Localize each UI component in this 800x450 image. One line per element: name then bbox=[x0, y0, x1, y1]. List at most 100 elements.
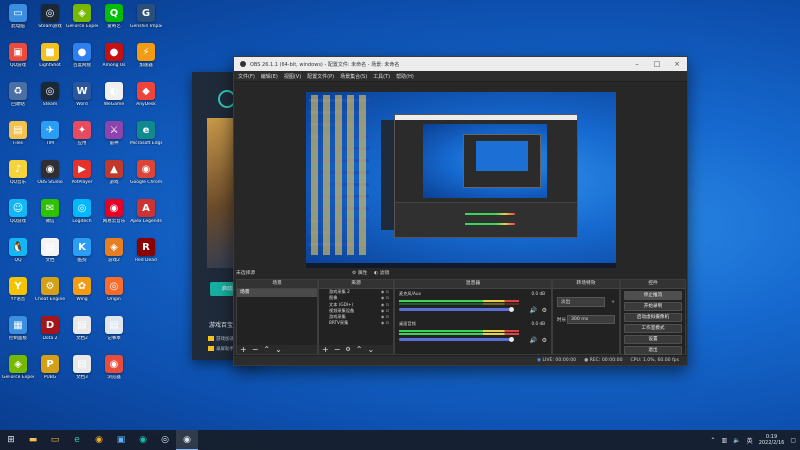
properties-button[interactable]: ⚙ 属性 bbox=[352, 269, 367, 276]
desktop-icon[interactable]: ◎ Logitech bbox=[66, 199, 98, 237]
desktop-icon[interactable]: ▤ 记事本 bbox=[98, 316, 130, 354]
app-icon[interactable]: ▣ bbox=[110, 430, 132, 450]
desktop-icon[interactable]: ◐ WeGame bbox=[98, 82, 130, 120]
folder-icon[interactable]: ▭ bbox=[44, 430, 66, 450]
obs-titlebar[interactable]: OBS 26.1.1 (64-bit, windows) - 配置文件: 未命名… bbox=[234, 57, 687, 71]
desktop-icon[interactable]: ▶ PotPlayer bbox=[66, 160, 98, 198]
steam-icon[interactable]: ◎ bbox=[154, 430, 176, 450]
desktop-icon[interactable]: ◈ GeForce Experience bbox=[66, 4, 98, 42]
down-icon[interactable]: ⌄ bbox=[368, 345, 375, 354]
obs-window[interactable]: OBS 26.1.1 (64-bit, windows) - 配置文件: 未命名… bbox=[233, 56, 688, 366]
desktop-icon[interactable]: ● Among Us bbox=[98, 43, 130, 81]
menu-item[interactable]: 视图(V) bbox=[284, 73, 301, 80]
desktop-icon[interactable]: P PUBG bbox=[34, 355, 66, 393]
maximize-icon[interactable]: □ bbox=[647, 60, 667, 68]
program-preview[interactable] bbox=[306, 92, 616, 268]
desktop-icon[interactable]: ▲ 游戏 bbox=[98, 160, 130, 198]
network-icon[interactable]: ▥ bbox=[722, 437, 728, 444]
desktop-icon[interactable]: ● 百度网盘 bbox=[66, 43, 98, 81]
clock[interactable]: 0:19 2022/2/16 bbox=[759, 434, 785, 446]
minimize-icon[interactable]: – bbox=[627, 60, 647, 68]
desktop-icon[interactable]: ▤ 文档 bbox=[34, 238, 66, 276]
source-item[interactable]: BRTV采集 bbox=[319, 320, 393, 327]
volume-slider[interactable] bbox=[399, 337, 514, 342]
desktop-icon[interactable]: G Genshin Impact bbox=[130, 4, 162, 42]
control-button[interactable]: 设置 bbox=[624, 335, 682, 344]
desktop-icon[interactable]: ✈ TIM bbox=[34, 121, 66, 159]
launcher-row[interactable]: 游戏加速 bbox=[208, 336, 234, 342]
menu-item[interactable]: 文件(F) bbox=[238, 73, 255, 80]
gear-icon[interactable]: ⚙ bbox=[542, 307, 547, 314]
desktop-icon[interactable]: ◉ OBS Studio bbox=[34, 160, 66, 198]
desktop-icon[interactable]: ⚡ 加速器 bbox=[130, 43, 162, 81]
launcher-row[interactable]: 录屏助手 bbox=[208, 346, 234, 352]
transition-select[interactable]: 淡出 bbox=[557, 297, 605, 307]
desktop-icon[interactable]: ◎ Steam bbox=[34, 82, 66, 120]
desktop-icon[interactable]: ♻ 回收站 bbox=[2, 82, 34, 120]
up-icon[interactable]: ⌃ bbox=[356, 345, 363, 354]
file-explorer-icon[interactable]: ▬ bbox=[22, 430, 44, 450]
edge-icon[interactable]: e bbox=[66, 430, 88, 450]
desktop-icon[interactable]: ◈ 游戏2 bbox=[98, 238, 130, 276]
desktop-icon[interactable]: ▤ Files bbox=[2, 121, 34, 159]
scene-item[interactable]: 场景 bbox=[237, 289, 317, 297]
desktop-icon[interactable]: ◈ GeForce Experience bbox=[2, 355, 34, 393]
desktop-icon[interactable]: ✦ 应用 bbox=[66, 121, 98, 159]
menu-item[interactable]: 编辑(E) bbox=[261, 73, 278, 80]
desktop-icon[interactable]: D Dota 2 bbox=[34, 316, 66, 354]
desktop-icon[interactable]: ▤ 文档3 bbox=[66, 355, 98, 393]
desktop-icon[interactable]: ■ LightShot bbox=[34, 43, 66, 81]
desktop-icon[interactable]: ◉ 浏览器 bbox=[98, 355, 130, 393]
duration-input[interactable]: 300 ms bbox=[567, 315, 615, 324]
desktop-icon[interactable]: ◎ Origin bbox=[98, 277, 130, 315]
desktop-icon[interactable]: ◉ 网易云音乐 bbox=[98, 199, 130, 237]
desktop-icon[interactable]: ▣ QQ游戏 bbox=[2, 43, 34, 81]
menu-item[interactable]: 配置文件(P) bbox=[307, 73, 334, 80]
add-icon[interactable]: + bbox=[240, 345, 247, 354]
desktop-icon[interactable]: Q 爱奇艺 bbox=[98, 4, 130, 42]
add-icon[interactable]: + bbox=[322, 345, 329, 354]
down-icon[interactable]: ⌄ bbox=[275, 345, 282, 354]
start-button[interactable]: ⊞ bbox=[0, 430, 22, 450]
control-button[interactable]: 工作室模式 bbox=[624, 324, 682, 333]
control-button[interactable]: 启动虚拟摄像机 bbox=[624, 313, 682, 322]
desktop-icon[interactable]: W Word bbox=[66, 82, 98, 120]
desktop-icon[interactable]: R Red Dead bbox=[130, 238, 162, 276]
desktop-icon[interactable]: ▭ 此电脑 bbox=[2, 4, 34, 42]
notification-icon[interactable]: ▢ bbox=[790, 437, 796, 444]
desktop-icon[interactable]: A Apex Legends bbox=[130, 199, 162, 237]
app-icon[interactable]: ◉ bbox=[132, 430, 154, 450]
desktop-icon[interactable]: ✉ 微信 bbox=[34, 199, 66, 237]
add-icon[interactable]: + bbox=[611, 300, 615, 305]
desktop-icon[interactable]: ♪ QQ音乐 bbox=[2, 160, 34, 198]
menu-item[interactable]: 工具(T) bbox=[373, 73, 390, 80]
filters-button[interactable]: ◐ 滤镜 bbox=[374, 269, 389, 276]
volume-icon[interactable]: 🔈 bbox=[733, 437, 740, 444]
desktop-icon[interactable]: ▤ 文档2 bbox=[66, 316, 98, 354]
menu-item[interactable]: 场景集合(S) bbox=[340, 73, 367, 80]
desktop-icon[interactable]: ⚙ Cheat Engine bbox=[34, 277, 66, 315]
remove-icon[interactable]: − bbox=[252, 345, 259, 354]
speaker-icon[interactable]: 🔊 bbox=[530, 337, 537, 344]
desktop-icon[interactable]: ▦ 控制面板 bbox=[2, 316, 34, 354]
control-button[interactable]: 停止推流 bbox=[624, 291, 682, 300]
ime-icon[interactable]: 英 bbox=[747, 436, 753, 445]
volume-slider[interactable] bbox=[399, 307, 514, 312]
remove-icon[interactable]: − bbox=[334, 345, 341, 354]
gear-icon[interactable]: ⚙ bbox=[542, 337, 547, 344]
obs-taskbar-icon[interactable]: ◉ bbox=[176, 430, 198, 450]
desktop-icon[interactable]: ◆ AnyDesk bbox=[130, 82, 162, 120]
desktop-icon[interactable]: ◎ Steam游戏 bbox=[34, 4, 66, 42]
close-icon[interactable]: × bbox=[667, 60, 687, 68]
desktop-icon[interactable]: ⚔ 雷神 bbox=[98, 121, 130, 159]
app-icon[interactable]: ◉ bbox=[88, 430, 110, 450]
desktop-icon[interactable]: 🐧 QQ bbox=[2, 238, 34, 276]
speaker-icon[interactable]: 🔊 bbox=[530, 307, 537, 314]
desktop-icon[interactable]: ◉ Google Chrome bbox=[130, 160, 162, 198]
chevron-up-icon[interactable]: ⌃ bbox=[710, 437, 715, 444]
desktop-icon[interactable]: Y YY语音 bbox=[2, 277, 34, 315]
desktop-icon[interactable]: K 酷狗 bbox=[66, 238, 98, 276]
up-icon[interactable]: ⌃ bbox=[263, 345, 270, 354]
control-button[interactable]: 开始录制 bbox=[624, 302, 682, 311]
menu-item[interactable]: 帮助(H) bbox=[396, 73, 414, 80]
